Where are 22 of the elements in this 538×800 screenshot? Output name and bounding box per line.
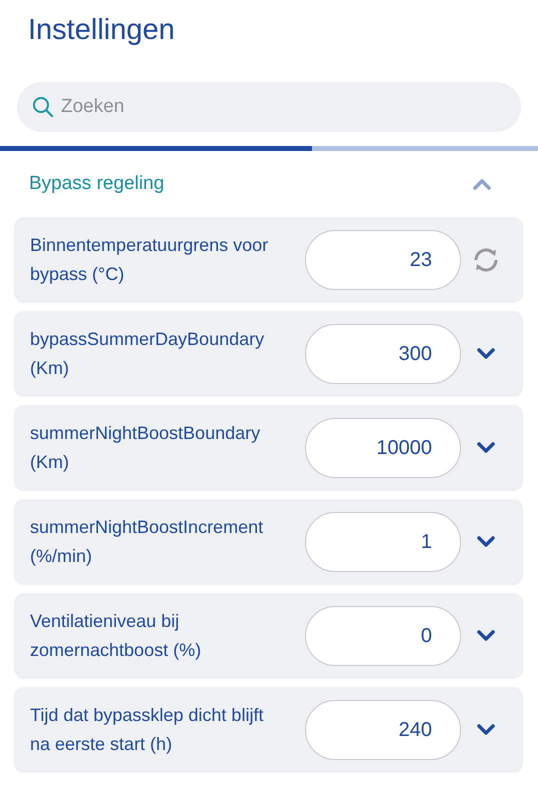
chevron-down-icon[interactable] [476, 536, 496, 548]
setting-label: Binnentemperatuurgrens voor bypass (°C) [30, 234, 270, 286]
setting-label: bypassSummerDayBoundary (Km) [30, 328, 266, 380]
chevron-icon [472, 178, 492, 190]
setting-label: Tijd dat bypassklep dicht blijft na eerste start (h) [30, 704, 264, 756]
value-field[interactable]: 300 [305, 324, 461, 384]
setting-label: summerNightBoostIncrement (%/min) [30, 516, 264, 568]
setting-label: summerNightBoostBoundary (Km) [30, 422, 262, 474]
chevron-down-icon[interactable] [476, 724, 496, 736]
value-field[interactable]: 1 [305, 512, 461, 572]
value-field[interactable]: 0 [305, 606, 461, 666]
chevron-down-icon[interactable] [476, 630, 496, 642]
value-field[interactable]: 240 [305, 700, 461, 760]
search-field[interactable]: Zoeken [17, 82, 521, 132]
section-header[interactable]: Bypass regeling [0, 151, 538, 217]
setting-label: Ventilatieniveau bij zomernachtboost (%) [30, 610, 202, 662]
section-title: Bypass regeling [29, 173, 164, 195]
chevron-down-icon[interactable] [476, 442, 496, 454]
value-field[interactable]: 23 [305, 230, 461, 290]
chevron-down-icon[interactable] [476, 348, 496, 360]
page-title: Instellingen [27, 13, 176, 48]
value-field[interactable]: 10000 [305, 418, 461, 478]
